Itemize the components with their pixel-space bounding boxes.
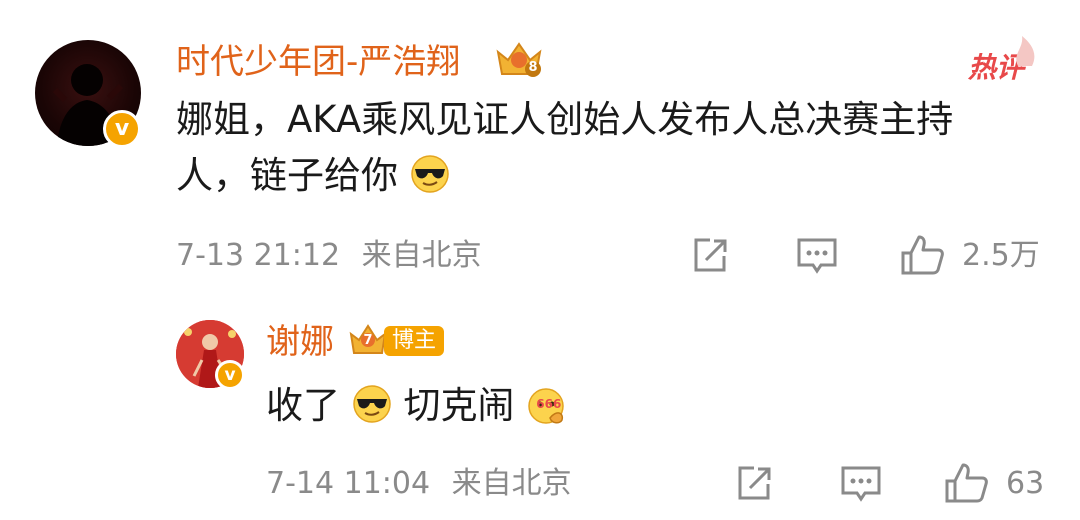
comment-meta: 7-13 21:12 来自北京 [176,238,482,274]
reply-like-count: 63 [1006,466,1045,501]
comment-location: 来自北京 [361,238,482,273]
comment-text-line2: 人，链子给你 [176,148,1056,204]
share-icon[interactable] [690,236,730,276]
comment-text: 娜姐，AKA乘风见证人创始人发布人总决赛主持 人，链子给你 [176,92,1056,204]
sunglasses-emoji [353,385,391,423]
reply-verified-badge: v [215,360,245,390]
reply-text: 收了 切克闹 666 [266,378,568,434]
verified-badge: v [103,110,141,148]
comment-icon[interactable] [840,464,882,504]
reply-level-number: 7 [363,333,373,348]
comment-time: 7-13 21:12 [176,238,341,273]
reply-text-part2: 切克闹 [403,384,515,427]
reply-meta: 7-14 11:04 来自北京 [266,466,572,502]
reply-username[interactable]: 谢娜 [266,322,334,362]
comment-item: v 时代少年团-严浩翔 8 热评 娜姐，AKA乘风见证人创始人发布人总决赛主持 … [0,0,1080,290]
reply-time: 7-14 11:04 [266,466,431,501]
like-icon[interactable] [900,233,946,277]
reply-location: 来自北京 [451,466,572,501]
like-icon[interactable] [944,461,990,505]
reply-item: v 谢娜 7 博主 收了 切克闹 666 7-14 11:04 来自北京 63 [0,300,1080,520]
thinking-666-emoji: 666 [526,384,568,424]
reply-text-part1: 收了 [266,384,340,427]
level-number: 8 [528,60,538,75]
reply-crown-level-badge: 7 [348,322,388,358]
hot-tag-flame-icon [1016,36,1035,66]
sunglasses-emoji [411,155,449,193]
crown-level-badge: 8 [494,38,544,80]
username[interactable]: 时代少年团-严浩翔 [176,42,460,82]
role-tag: 博主 [384,326,445,356]
share-icon[interactable] [734,464,774,504]
sticker-666-text: 666 [536,397,562,411]
comment-text-line2-text: 人，链子给你 [176,154,398,197]
comment-icon[interactable] [796,236,838,276]
comment-text-line1: 娜姐，AKA乘风见证人创始人发布人总决赛主持 [176,98,954,141]
like-count: 2.5万 [962,238,1040,273]
